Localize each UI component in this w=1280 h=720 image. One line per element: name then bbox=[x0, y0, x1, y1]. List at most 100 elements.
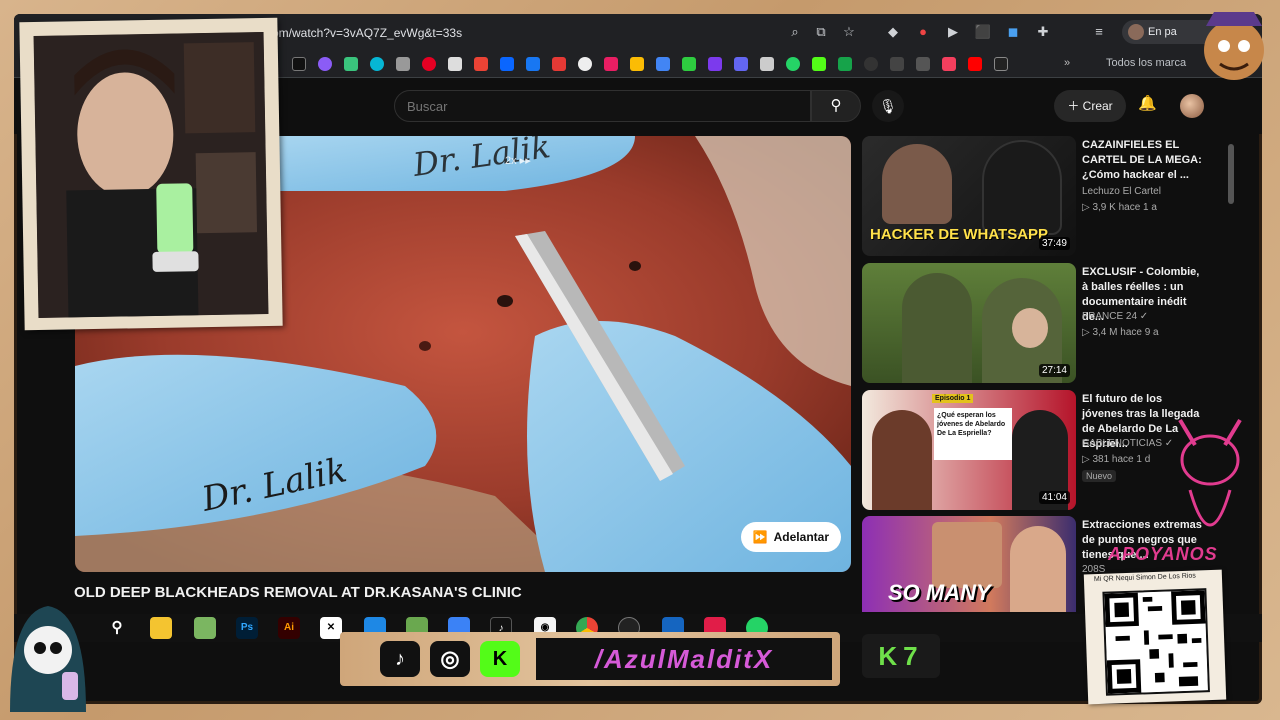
bookmark-kick-icon[interactable] bbox=[812, 57, 826, 71]
plus-icon: ＋ bbox=[1067, 99, 1083, 113]
bookmark-icon[interactable] bbox=[682, 57, 696, 71]
video-thumbnail[interactable]: SO MANY bbox=[862, 516, 1076, 612]
video-thumbnail[interactable]: Episodio 1 ¿Qué esperan los jóvenes de A… bbox=[862, 390, 1076, 510]
thumbnail-caption: HACKER DE WHATSAPP bbox=[870, 226, 1049, 243]
bookmark-icon[interactable] bbox=[994, 57, 1008, 71]
bookmark-tiktok-icon[interactable] bbox=[292, 57, 306, 71]
streamer-handle: /AzulMalditX bbox=[536, 638, 832, 680]
instagram-logo-icon: ◎ bbox=[430, 641, 470, 677]
bookmark-star-icon[interactable]: ☆ bbox=[840, 23, 858, 41]
media-control-icon[interactable]: ≡ bbox=[1090, 23, 1108, 41]
capcut-icon[interactable]: ✕ bbox=[320, 617, 342, 639]
photoshop-icon[interactable]: Ps bbox=[236, 617, 258, 639]
bookmark-youtube-icon[interactable] bbox=[968, 57, 982, 71]
bookmark-whatsapp-icon[interactable] bbox=[786, 57, 800, 71]
thumbnail-person bbox=[982, 140, 1062, 235]
bookmark-icon[interactable] bbox=[500, 57, 514, 71]
create-button[interactable]: ＋ Crear bbox=[1054, 90, 1126, 122]
translate-icon[interactable]: ⬛ bbox=[974, 23, 992, 41]
channel-name[interactable]: FRANCE 24 ✓ bbox=[1082, 311, 1148, 322]
speed-label: 2x bbox=[505, 155, 517, 167]
qr-donation-card: Mi QR Nequi Simon De Los Rios bbox=[1083, 569, 1227, 705]
search-button[interactable]: ⚲ bbox=[811, 90, 861, 122]
social-handles-banner: ♪ ◎ K /AzulMalditX bbox=[340, 632, 840, 686]
thumbnail-person bbox=[882, 144, 952, 224]
skip-forward-icon: ⏩ bbox=[752, 530, 768, 544]
video-title[interactable]: CAZAINFIELES EL CARTEL DE LA MEGA: ¿Cómo… bbox=[1082, 138, 1206, 183]
qr-label: Mi QR Nequi Simon De Los Rios bbox=[1093, 572, 1196, 584]
skip-forward-button[interactable]: ⏩ Adelantar bbox=[740, 522, 841, 552]
bookmark-icon[interactable] bbox=[552, 57, 566, 71]
bookmark-icon[interactable] bbox=[396, 57, 410, 71]
video-metadata: ▷ 381 hace 1 d bbox=[1082, 454, 1151, 465]
more-bookmarks-icon[interactable]: » bbox=[1064, 57, 1078, 71]
all-bookmarks-folder[interactable]: Todos los marca bbox=[1106, 57, 1186, 69]
search-box bbox=[394, 90, 811, 122]
fast-forward-icon: ▸▸ bbox=[519, 155, 531, 167]
bookmark-icon[interactable] bbox=[942, 57, 956, 71]
extension-icon[interactable]: ◆ bbox=[884, 23, 902, 41]
recommended-video[interactable]: 27:14 EXCLUSIF - Colombie, à balles réel… bbox=[862, 263, 1222, 383]
bookmark-icon[interactable] bbox=[578, 57, 592, 71]
qr-code[interactable] bbox=[1102, 588, 1210, 696]
bookmark-icon[interactable] bbox=[760, 57, 774, 71]
extension-icon[interactable]: ▶ bbox=[944, 23, 962, 41]
bookmark-canva-icon[interactable] bbox=[370, 57, 384, 71]
bookmark-icon[interactable] bbox=[656, 57, 670, 71]
bookmark-icon[interactable] bbox=[448, 57, 462, 71]
illustrator-icon[interactable]: Ai bbox=[278, 617, 300, 639]
bookmark-icon[interactable] bbox=[890, 57, 904, 71]
account-avatar[interactable] bbox=[1180, 94, 1204, 118]
thumbnail-skin-closeup bbox=[932, 522, 1002, 588]
address-bar[interactable]: om/watch?v=3vAQ7Z_evWg&t=33s bbox=[272, 22, 462, 44]
app-icon[interactable] bbox=[194, 617, 216, 639]
zoom-icon[interactable]: ⌕ bbox=[786, 23, 804, 41]
bookmark-icon[interactable] bbox=[916, 57, 930, 71]
extension-icon[interactable]: ◼ bbox=[1004, 23, 1022, 41]
install-icon[interactable]: ⧉ bbox=[812, 23, 830, 41]
thumbnail-person bbox=[872, 410, 932, 510]
devil-sticker bbox=[1178, 418, 1242, 527]
bookmark-icon[interactable] bbox=[734, 57, 748, 71]
bookmark-icon[interactable] bbox=[838, 57, 852, 71]
bookmark-gmail-icon[interactable] bbox=[474, 57, 488, 71]
file-explorer-icon[interactable] bbox=[150, 617, 172, 639]
thumbnail-person bbox=[1010, 526, 1066, 612]
bookmark-facebook-icon[interactable] bbox=[526, 57, 540, 71]
video-duration: 37:49 bbox=[1038, 237, 1070, 250]
bookmark-icon[interactable] bbox=[630, 57, 644, 71]
search-icon: ⚲ bbox=[830, 97, 842, 114]
webcam-feed bbox=[33, 32, 269, 318]
bookmark-pinterest-icon[interactable] bbox=[422, 57, 436, 71]
search-icon[interactable]: ⚲ bbox=[106, 617, 128, 639]
video-metadata: ▷ 3,4 M hace 9 a bbox=[1082, 327, 1159, 338]
k7-badge: K7 bbox=[862, 634, 940, 678]
bookmark-icon[interactable] bbox=[344, 57, 358, 71]
channel-name[interactable]: Lechuzo El Cartel bbox=[1082, 186, 1161, 197]
thumbnail-caption: ¿Qué esperan los jóvenes de Abelardo De … bbox=[934, 408, 1012, 460]
thumbnail-face bbox=[1012, 308, 1048, 348]
profile-label: En pa bbox=[1148, 26, 1177, 38]
video-thumbnail[interactable]: HACKER DE WHATSAPP 37:49 bbox=[862, 136, 1076, 256]
thumbnail-soldier bbox=[902, 273, 972, 383]
notifications-bell-icon[interactable]: 🔔 bbox=[1138, 94, 1157, 112]
extensions-puzzle-icon[interactable]: ✚ bbox=[1034, 23, 1052, 41]
playback-speed-badge: 2x ▸▸ bbox=[505, 154, 531, 167]
bookmark-icon[interactable] bbox=[604, 57, 618, 71]
video-thumbnail[interactable]: 27:14 bbox=[862, 263, 1076, 383]
recommended-video[interactable]: HACKER DE WHATSAPP 37:49 CAZAINFIELES EL… bbox=[862, 136, 1222, 256]
search-input[interactable] bbox=[395, 91, 810, 121]
thumbnail-caption: SO MANY bbox=[888, 580, 991, 605]
kick-logo-icon: K bbox=[480, 641, 520, 677]
tiktok-logo-icon: ♪ bbox=[380, 641, 420, 677]
video-duration: 27:14 bbox=[1038, 364, 1070, 377]
bookmark-icon[interactable] bbox=[864, 57, 878, 71]
bookmark-icon[interactable] bbox=[708, 57, 722, 71]
skip-label: Adelantar bbox=[773, 530, 829, 544]
voice-search-button[interactable]: 🎙 bbox=[872, 90, 904, 122]
extension-badge-icon[interactable]: ● bbox=[914, 23, 932, 41]
microphone-icon: 🎙 bbox=[879, 98, 897, 114]
webcam-overlay bbox=[19, 17, 283, 331]
bookmark-icon[interactable] bbox=[318, 57, 332, 71]
page-scrollbar[interactable] bbox=[1228, 144, 1234, 204]
